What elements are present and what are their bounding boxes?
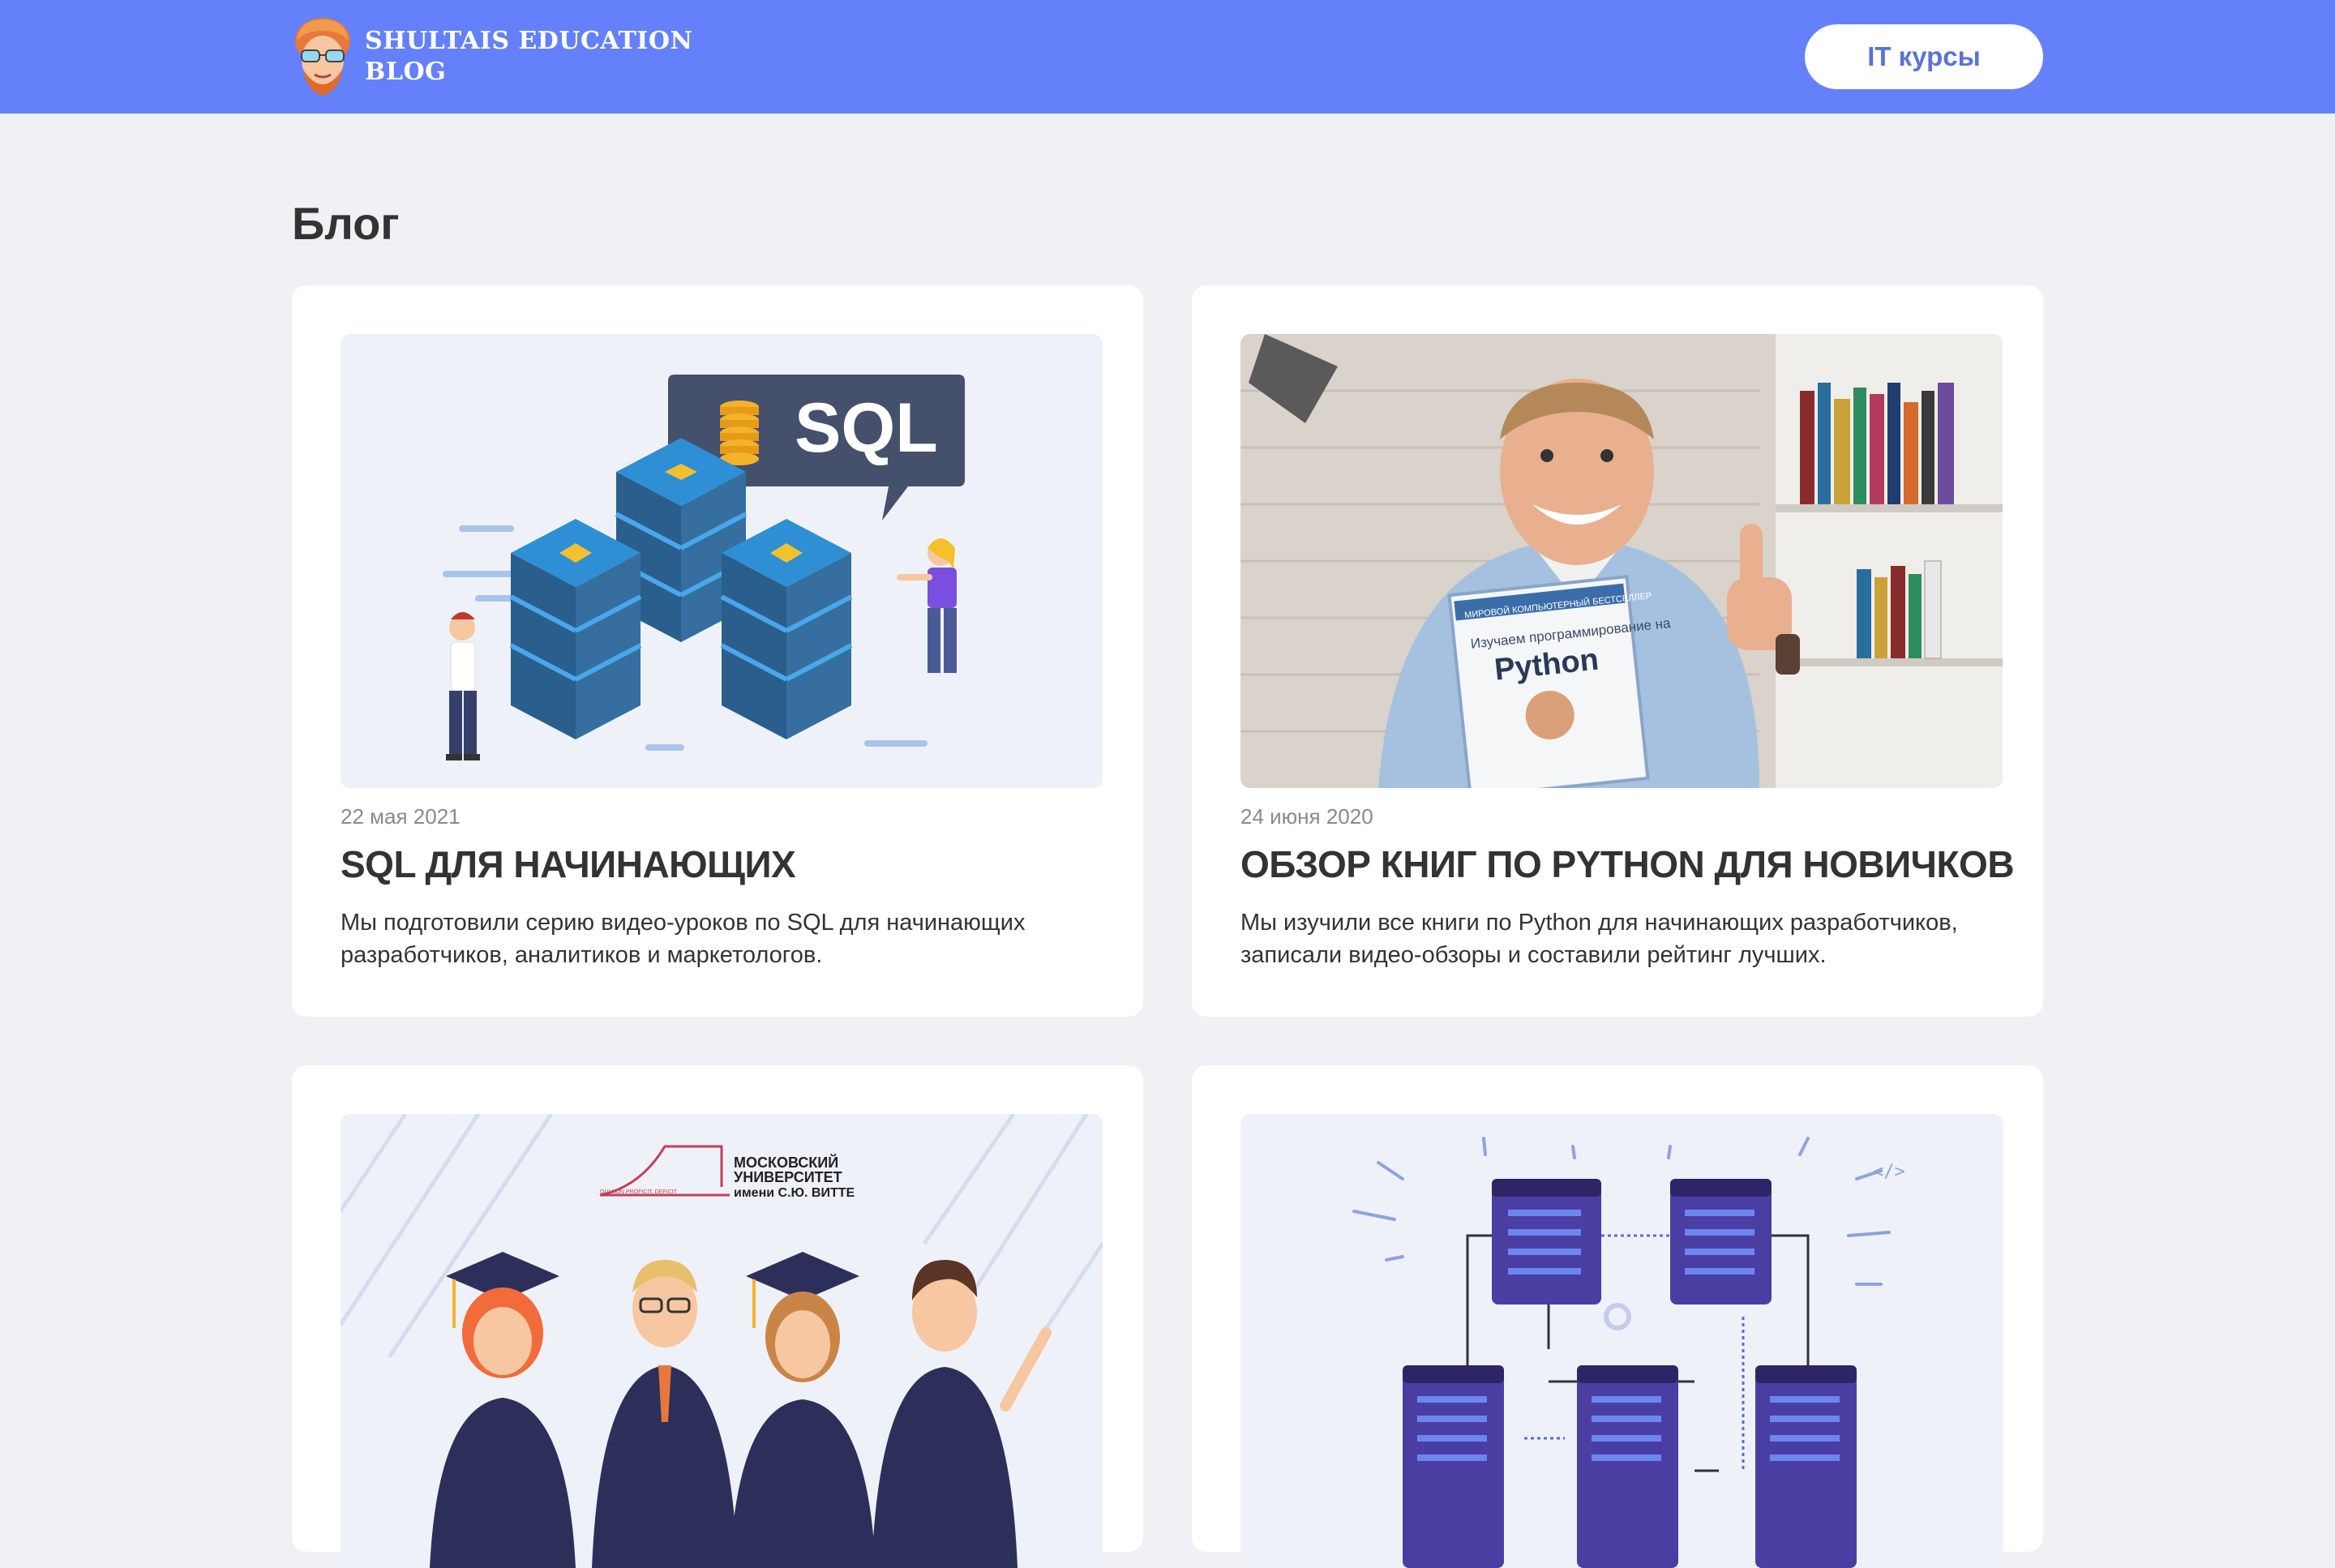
logo-avatar-icon [295,18,350,96]
page-title: Блог [292,198,400,249]
post-description: Мы изучили все книги по Python для начин… [1240,910,1958,968]
servers-illustration: </> [1240,1114,2003,1568]
it-courses-button[interactable]: IT курсы [1805,24,2043,89]
university-motto: QUI NON PROFICIT, DEFICIT [600,1189,678,1195]
post-image-python[interactable]: МИРОВОЙ КОМПЬЮТЕРНЫЙ БЕСТСЕЛЛЕР Изучаем … [1240,334,2003,788]
university-line-3: имени С.Ю. ВИТТЕ [734,1186,855,1200]
post-date: 22 мая 2021 [341,804,461,829]
university-line-1: МОСКОВСКИЙ [734,1154,838,1171]
post-card-sql[interactable]: SQL 22 мая 2021 SQL ДЛЯ НАЧИНАЮЩИХ Мы по… [292,285,1143,1017]
database-icon [720,519,853,739]
database-icon [509,519,642,739]
server-icon [1755,1365,1857,1568]
sql-illustration: SQL [341,334,1103,788]
code-icon: </> [1873,1162,1905,1182]
server-icon [1492,1179,1601,1305]
server-icon [1403,1365,1504,1568]
post-card-servers[interactable]: </> [1192,1065,2043,1568]
university-line-2: УНИВЕРСИТЕТ [734,1169,842,1185]
post-card-python-books[interactable]: МИРОВОЙ КОМПЬЮТЕРНЫЙ БЕСТСЕЛЛЕР Изучаем … [1192,285,2043,1017]
post-image-sql[interactable]: SQL [341,334,1103,788]
post-description: Мы подготовили серию видео-уроков по SQL… [341,910,1026,968]
post-card-university[interactable]: QUI NON PROFICIT, DEFICIT МОСКОВСКИЙ УНИ… [292,1065,1143,1568]
logo-line-1: SHULTAIS EDUCATION [365,27,693,55]
post-image-servers[interactable]: </> [1240,1114,2003,1568]
coins-icon [720,401,759,465]
sql-label: SQL [795,389,938,467]
post-title[interactable]: ОБЗОР КНИГ ПО PYTHON ДЛЯ НОВИЧКОВ [1240,842,2015,887]
logo[interactable]: SHULTAIS EDUCATION BLOG [292,16,692,97]
python-photo-illustration: МИРОВОЙ КОМПЬЮТЕРНЫЙ БЕСТСЕЛЛЕР Изучаем … [1240,334,2003,788]
post-title[interactable]: SQL ДЛЯ НАЧИНАЮЩИХ [341,842,796,887]
post-date: 24 июня 2020 [1240,804,1373,829]
post-image-university[interactable]: QUI NON PROFICIT, DEFICIT МОСКОВСКИЙ УНИ… [341,1114,1103,1568]
server-icon [1670,1179,1772,1305]
header: SHULTAIS EDUCATION BLOG IT курсы [0,0,2335,114]
graduates-illustration: QUI NON PROFICIT, DEFICIT МОСКОВСКИЙ УНИ… [341,1114,1103,1568]
server-icon [1577,1365,1678,1568]
logo-line-2: BLOG [365,58,447,86]
